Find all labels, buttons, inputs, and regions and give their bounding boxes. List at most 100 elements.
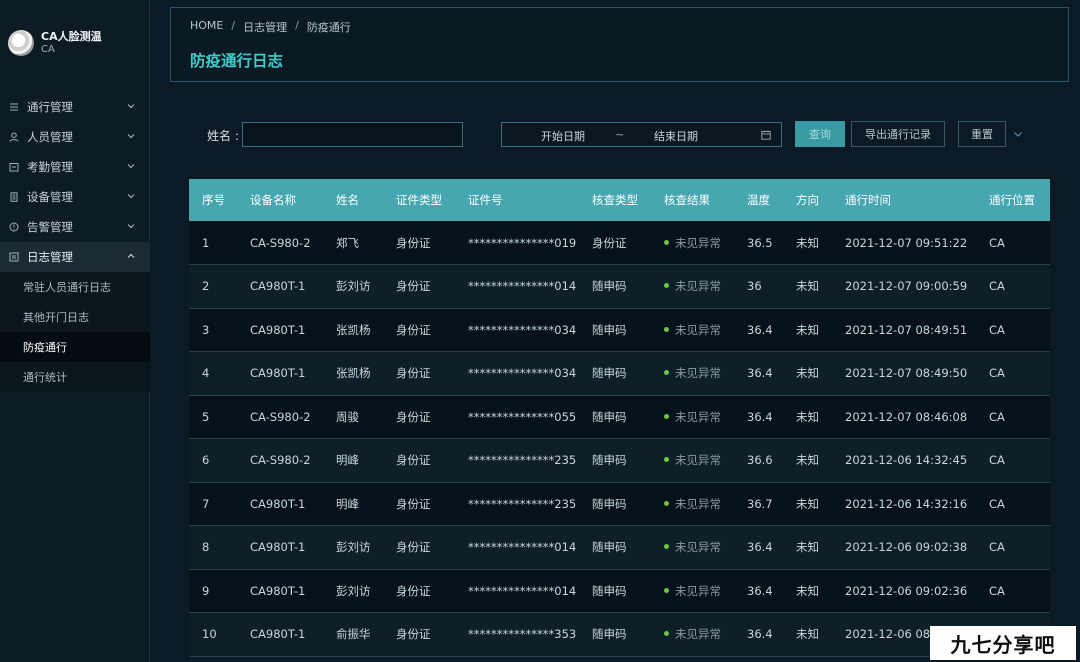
cell-device-name: CA980T-1 [250, 540, 306, 555]
brand-subtitle: CA [41, 44, 55, 55]
cell-index: 8 [202, 540, 210, 555]
table-row[interactable]: 5 CA-S980-2 周骏 身份证 ***************055 随申码 未见异常… [189, 395, 1050, 439]
cell-id-number: ***************014 [468, 583, 577, 598]
table-row[interactable]: 8 CA980T-1 彭刘访 身份证 ***************014 随申码 未见异常… [189, 525, 1050, 569]
page-title: 防疫通行日志 [190, 52, 284, 70]
cell-check-type: 随申码 [592, 279, 627, 294]
cell-direction: 未知 [796, 366, 819, 381]
sidebar-submenu: 常驻人员通行日志 其他开门日志 防疫通行 通行统计 [0, 272, 150, 392]
cell-check-result: 未见异常 [651, 352, 734, 396]
status-text: 未见异常 [675, 540, 721, 555]
table-row[interactable]: 9 CA980T-1 彭刘访 身份证 ***************014 随申码 未见异常… [189, 569, 1050, 613]
column-header-pass-time: 通行时间 [845, 193, 891, 207]
cell-device-name: CA980T-1 [250, 366, 306, 381]
user-icon [9, 132, 19, 142]
status-ok-dot-icon [664, 370, 669, 376]
cell-check-type: 随申码 [592, 496, 627, 511]
cell-index: 2 [202, 279, 210, 294]
table-row[interactable]: 10 CA980T-1 俞振华 身份证 ***************353 随申码 未见异… [189, 612, 1050, 656]
status-ok-dot-icon [664, 457, 669, 463]
cell-id-type: 身份证 [396, 627, 431, 642]
status-ok-dot-icon [664, 283, 669, 289]
breadcrumb-log-management[interactable]: 日志管理 [243, 19, 287, 35]
chevron-down-icon [127, 194, 135, 199]
cell-temperature: 36.5 [747, 235, 773, 250]
data-table: 序号 设备名称 姓名 证件类型 证件号 核查类型 核查结果 温度 方向 通行时间 通行位置 1 CA-… [189, 179, 1050, 657]
cell-check-type: 随申码 [592, 322, 627, 337]
table-row[interactable]: 2 CA980T-1 彭刘访 身份证 ***************014 随申码 未见异常… [189, 264, 1050, 309]
date-range-picker[interactable]: 开始日期 ~ 结束日期 [501, 122, 782, 147]
cell-id-number: ***************034 [468, 366, 577, 381]
sidebar-item-logs[interactable]: 日志管理 [0, 242, 150, 272]
end-date-placeholder: 结束日期 [654, 130, 698, 143]
chevron-down-icon[interactable] [1013, 129, 1023, 139]
table-row[interactable]: 6 CA-S980-2 明峰 身份证 ***************235 随申码 未见异常… [189, 438, 1050, 482]
cell-index: 4 [202, 366, 210, 381]
cell-check-type: 随申码 [592, 409, 627, 424]
watermark-text: 九七分享吧 [950, 632, 1056, 657]
status-text: 未见异常 [675, 366, 721, 381]
export-records-button[interactable]: 导出通行记录 [851, 121, 945, 147]
sidebar-subitem-other-door-log[interactable]: 其他开门日志 [0, 302, 150, 332]
cell-id-type: 身份证 [396, 409, 431, 424]
chevron-down-icon [127, 134, 135, 139]
query-button[interactable]: 查询 [795, 121, 845, 147]
cell-id-number: ***************235 [468, 496, 577, 511]
cell-location: CA [989, 366, 1005, 381]
cell-index: 6 [202, 453, 210, 468]
cell-location: CA [989, 453, 1005, 468]
table-row[interactable]: 1 CA-S980-2 郑飞 身份证 ***************019 身份证 未见异常… [189, 221, 1050, 265]
cell-pass-time: 2021-12-07 09:51:22 [845, 235, 968, 250]
table-row[interactable]: 3 CA980T-1 张凯杨 身份证 ***************034 随申码 未见异常… [189, 308, 1050, 352]
avatar[interactable] [8, 30, 34, 56]
sidebar-subitem-access-stats[interactable]: 通行统计 [0, 362, 150, 392]
sidebar-item-devices[interactable]: 设备管理 [0, 182, 150, 212]
cell-check-result: 未见异常 [651, 265, 734, 309]
watermark-logo: 九七分享吧 [930, 626, 1076, 660]
cell-temperature: 36 [747, 279, 762, 294]
cell-index: 9 [202, 583, 210, 598]
cell-check-result: 未见异常 [651, 395, 734, 439]
sidebar-item-alerts[interactable]: 告警管理 [0, 212, 150, 242]
cell-check-type: 随申码 [592, 583, 627, 598]
status-text: 未见异常 [675, 322, 721, 337]
cell-person-name: 张凯杨 [336, 322, 371, 337]
cell-id-number: ***************235 [468, 453, 577, 468]
cell-pass-time: 2021-12-06 14:32:16 [845, 496, 968, 511]
status-text: 未见异常 [675, 235, 721, 250]
cell-temperature: 36.7 [747, 496, 773, 511]
name-input[interactable] [242, 122, 463, 147]
status-ok-dot-icon [664, 413, 669, 419]
list-icon [9, 102, 19, 112]
breadcrumb-home[interactable]: HOME [190, 19, 223, 35]
column-header-location: 通行位置 [989, 193, 1035, 207]
cell-direction: 未知 [796, 627, 819, 642]
sidebar-item-attendance[interactable]: 考勤管理 [0, 152, 150, 182]
sidebar-subitem-resident-log[interactable]: 常驻人员通行日志 [0, 272, 150, 302]
sidebar-item-access[interactable]: 通行管理 [0, 92, 150, 122]
cell-direction: 未知 [796, 453, 819, 468]
brand-title: CA人脸测温 [41, 30, 102, 43]
status-text: 未见异常 [675, 279, 721, 294]
cell-device-name: CA980T-1 [250, 627, 306, 642]
device-icon [9, 192, 19, 202]
access-log-table: 序号 设备名称 姓名 证件类型 证件号 核查类型 核查结果 温度 方向 通行时间 通行位置 1 CA-… [189, 179, 1050, 662]
cell-pass-time: 2021-12-07 08:49:50 [845, 366, 968, 381]
status-text: 未见异常 [675, 496, 721, 511]
column-header-index: 序号 [202, 193, 225, 207]
sidebar-subitem-epidemic-access[interactable]: 防疫通行 [0, 332, 150, 362]
breadcrumb-separator: / [295, 19, 299, 32]
chevron-down-icon [127, 224, 135, 229]
cell-pass-time: 2021-12-07 08:46:08 [845, 409, 968, 424]
chevron-up-icon [127, 253, 135, 258]
alert-icon [9, 222, 19, 232]
reset-button[interactable]: 重置 [958, 121, 1006, 147]
cell-id-number: ***************034 [468, 322, 577, 337]
cell-check-type: 随申码 [592, 366, 627, 381]
cell-location: CA [989, 322, 1005, 337]
table-row[interactable]: 7 CA980T-1 明峰 身份证 ***************235 随申码 未见异常 3… [189, 482, 1050, 526]
sidebar-item-people[interactable]: 人员管理 [0, 122, 150, 152]
breadcrumb: HOME / 日志管理 / 防疫通行 [190, 19, 351, 35]
cell-person-name: 张凯杨 [336, 366, 371, 381]
table-row[interactable]: 4 CA980T-1 张凯杨 身份证 ***************034 随申码 未见异常… [189, 351, 1050, 396]
